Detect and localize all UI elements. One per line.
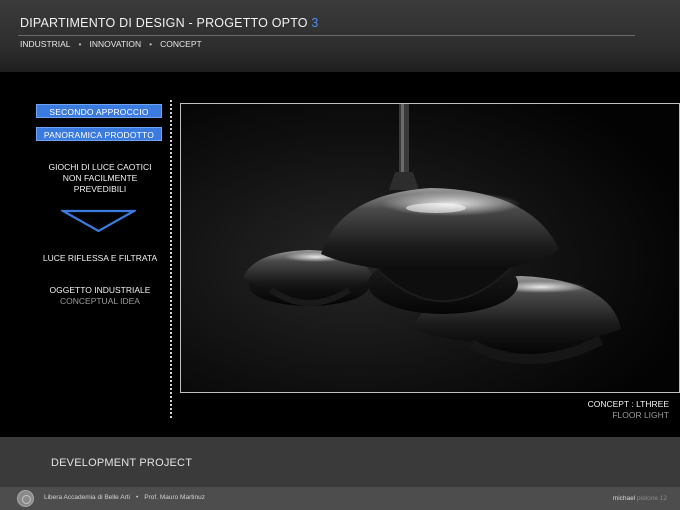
header: DIPARTIMENTO DI DESIGN - PROGETTO OPTO 3… (0, 0, 680, 72)
reflected-light-text: LUCE RIFLESSA E FILTRATA (42, 253, 158, 263)
triangle-down-icon (61, 209, 136, 233)
nav-item-innovation[interactable]: INNOVATION (90, 39, 142, 49)
nav-separator: • (78, 39, 82, 49)
development-project-title: DEVELOPMENT PROJECT (51, 457, 193, 469)
section-band: DEVELOPMENT PROJECT (0, 437, 680, 487)
text-line: OGGETTO INDUSTRIALE (49, 285, 151, 295)
light-effects-text: GIOCHI DI LUCE CAOTICI NON FACILMENTE PR… (22, 162, 178, 195)
academy-logo-icon (17, 490, 34, 507)
product-render-image (180, 103, 680, 393)
dotted-divider (170, 100, 172, 420)
industrial-object-text: OGGETTO INDUSTRIALE CONCEPTUAL IDEA (22, 285, 178, 307)
title-accent-number: 3 (311, 16, 319, 30)
title-text: DIPARTIMENTO DI DESIGN - PROGETTO OPTO (20, 16, 312, 30)
panoramica-prodotto-button[interactable]: PANORAMICA PRODOTTO (36, 127, 162, 141)
text-subline: CONCEPTUAL IDEA (60, 296, 140, 306)
footer-author: michael pistone 12 (613, 495, 667, 502)
header-divider (18, 35, 635, 36)
footer: Libera Accademia di Belle Arti • Prof. Mau… (0, 487, 680, 510)
lamp-render-illustration (181, 104, 679, 392)
nav-item-concept[interactable]: CONCEPT (160, 39, 202, 49)
professor-name: Prof. Mauro Martinuz (144, 494, 205, 501)
academy-name: Libera Accademia di Belle Arti (44, 494, 130, 501)
caption-title: CONCEPT : LTHREE (587, 399, 669, 409)
text-line: GIOCHI DI LUCE CAOTICI (48, 162, 152, 172)
secondo-approccio-button[interactable]: SECONDO APPROCCIO (36, 104, 162, 118)
text-line: PREVEDIBILI (73, 184, 127, 194)
footer-separator: • (136, 494, 139, 501)
nav-breadcrumb: INDUSTRIAL • INNOVATION • CONCEPT (20, 39, 202, 49)
main-content: SECONDO APPROCCIO PANORAMICA PRODOTTO GI… (0, 72, 680, 437)
nav-item-industrial[interactable]: INDUSTRIAL (20, 39, 71, 49)
nav-separator: • (149, 39, 153, 49)
page-title: DIPARTIMENTO DI DESIGN - PROGETTO OPTO 3 (20, 16, 319, 30)
author-last-name: pistone 12 (637, 495, 667, 502)
footer-credits: Libera Accademia di Belle Arti • Prof. Mau… (44, 494, 205, 501)
author-first-name: michael (612, 495, 637, 502)
product-caption: CONCEPT : LTHREE FLOOR LIGHT (588, 399, 669, 421)
text-line: NON FACILMENTE (62, 173, 138, 183)
caption-subtitle: FLOOR LIGHT (612, 410, 669, 420)
